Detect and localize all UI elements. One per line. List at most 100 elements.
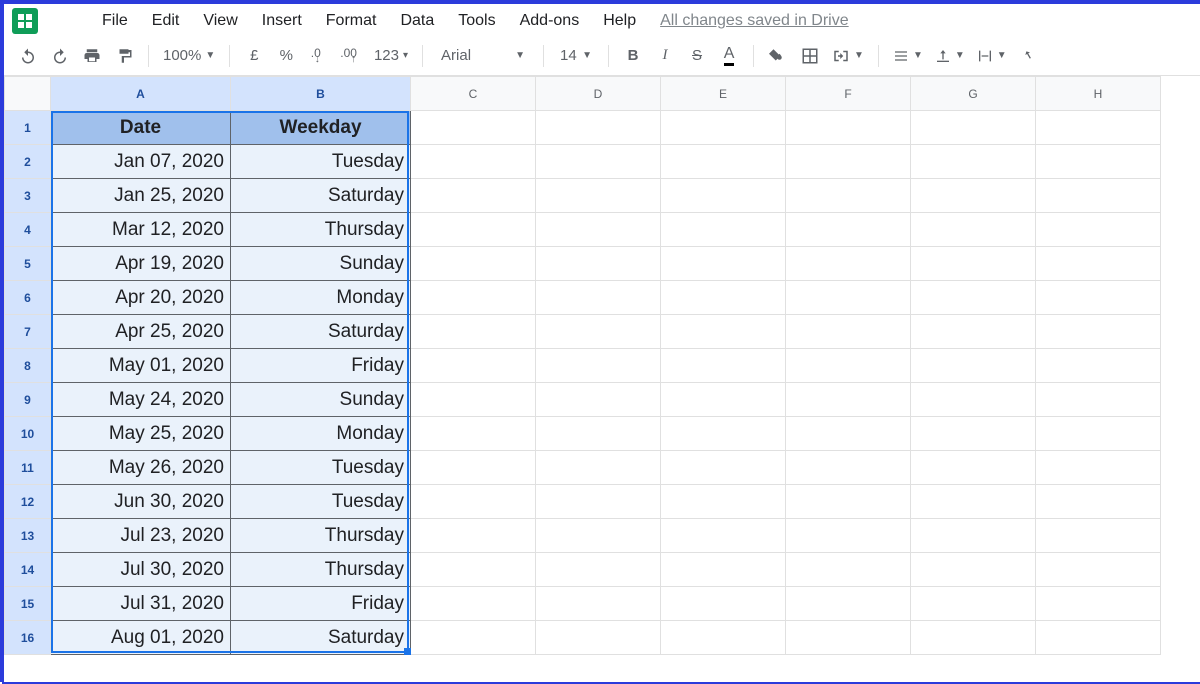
- cell[interactable]: [411, 179, 536, 213]
- cell[interactable]: [536, 349, 661, 383]
- cell[interactable]: Jul 23, 2020: [51, 519, 231, 553]
- cell[interactable]: [911, 179, 1036, 213]
- cell[interactable]: Jul 30, 2020: [51, 553, 231, 587]
- cell[interactable]: [911, 315, 1036, 349]
- font-size-picker[interactable]: 14▼: [554, 42, 598, 70]
- cell[interactable]: [536, 417, 661, 451]
- row-header[interactable]: 7: [5, 315, 51, 349]
- col-header-f[interactable]: F: [786, 77, 911, 111]
- cell[interactable]: [411, 417, 536, 451]
- cell[interactable]: [661, 383, 786, 417]
- cell[interactable]: [786, 485, 911, 519]
- font-picker[interactable]: Arial▼: [433, 42, 533, 70]
- select-all-corner[interactable]: [5, 77, 51, 111]
- cell[interactable]: [411, 383, 536, 417]
- increase-decimal-button[interactable]: .00 ↑: [336, 42, 366, 70]
- row-header[interactable]: 11: [5, 451, 51, 485]
- cell[interactable]: [661, 553, 786, 587]
- cell[interactable]: Sunday: [231, 383, 411, 417]
- cell[interactable]: Mar 12, 2020: [51, 213, 231, 247]
- cell[interactable]: [411, 145, 536, 179]
- wrap-button[interactable]: ▼: [973, 42, 1011, 70]
- cell[interactable]: [536, 179, 661, 213]
- cell[interactable]: [911, 587, 1036, 621]
- fill-color-button[interactable]: [764, 42, 792, 70]
- cell[interactable]: [1036, 315, 1161, 349]
- cell[interactable]: [911, 383, 1036, 417]
- cell[interactable]: Saturday: [231, 179, 411, 213]
- cell[interactable]: [411, 111, 536, 145]
- text-color-button[interactable]: A: [715, 42, 743, 70]
- cell[interactable]: [411, 213, 536, 247]
- cell[interactable]: [911, 485, 1036, 519]
- cell[interactable]: [661, 111, 786, 145]
- cell[interactable]: [411, 553, 536, 587]
- cell[interactable]: Tuesday: [231, 145, 411, 179]
- cell[interactable]: May 25, 2020: [51, 417, 231, 451]
- menu-edit[interactable]: Edit: [140, 8, 192, 34]
- decrease-decimal-button[interactable]: .0 ↓: [304, 42, 332, 70]
- format-percent-button[interactable]: %: [272, 42, 300, 70]
- cell[interactable]: [911, 111, 1036, 145]
- cell[interactable]: [786, 417, 911, 451]
- row-header[interactable]: 12: [5, 485, 51, 519]
- cell[interactable]: Saturday: [231, 315, 411, 349]
- cell[interactable]: [911, 621, 1036, 655]
- cell[interactable]: Aug 01, 2020: [51, 621, 231, 655]
- cell[interactable]: Jul 31, 2020: [51, 587, 231, 621]
- spreadsheet-grid[interactable]: A B C D E F G H 1DateWeekday2Jan 07, 202…: [4, 76, 1200, 655]
- cell[interactable]: [536, 485, 661, 519]
- paint-format-button[interactable]: [110, 42, 138, 70]
- cell[interactable]: [786, 111, 911, 145]
- menu-view[interactable]: View: [191, 8, 249, 34]
- strikethrough-button[interactable]: S: [683, 42, 711, 70]
- cell[interactable]: [1036, 349, 1161, 383]
- cell[interactable]: [1036, 451, 1161, 485]
- row-header[interactable]: 3: [5, 179, 51, 213]
- italic-button[interactable]: I: [651, 42, 679, 70]
- cell[interactable]: [411, 349, 536, 383]
- col-header-c[interactable]: C: [411, 77, 536, 111]
- cell[interactable]: Tuesday: [231, 485, 411, 519]
- cell[interactable]: Saturday: [231, 621, 411, 655]
- redo-button[interactable]: [46, 42, 74, 70]
- cell[interactable]: [411, 621, 536, 655]
- cell[interactable]: [786, 179, 911, 213]
- sheets-logo-icon[interactable]: [12, 8, 38, 34]
- cell[interactable]: [911, 213, 1036, 247]
- cell[interactable]: [1036, 485, 1161, 519]
- cell[interactable]: [1036, 213, 1161, 247]
- cell[interactable]: Monday: [231, 281, 411, 315]
- cell[interactable]: [411, 451, 536, 485]
- cell[interactable]: [911, 451, 1036, 485]
- cell[interactable]: Friday: [231, 587, 411, 621]
- cell[interactable]: [911, 519, 1036, 553]
- cell[interactable]: May 01, 2020: [51, 349, 231, 383]
- cell[interactable]: [411, 281, 536, 315]
- cell[interactable]: [786, 247, 911, 281]
- cell[interactable]: [1036, 247, 1161, 281]
- cell[interactable]: [536, 281, 661, 315]
- cell[interactable]: Apr 19, 2020: [51, 247, 231, 281]
- col-header-d[interactable]: D: [536, 77, 661, 111]
- row-header[interactable]: 9: [5, 383, 51, 417]
- cell[interactable]: [661, 451, 786, 485]
- cell[interactable]: [661, 281, 786, 315]
- cell[interactable]: [786, 383, 911, 417]
- menu-file[interactable]: File: [90, 8, 140, 34]
- v-align-button[interactable]: ▼: [931, 42, 969, 70]
- row-header[interactable]: 8: [5, 349, 51, 383]
- cell[interactable]: [786, 451, 911, 485]
- cell[interactable]: [786, 315, 911, 349]
- more-formats-button[interactable]: 123▾: [370, 42, 412, 70]
- cell[interactable]: [661, 485, 786, 519]
- cell[interactable]: [1036, 621, 1161, 655]
- row-header[interactable]: 14: [5, 553, 51, 587]
- cell[interactable]: [786, 213, 911, 247]
- cell[interactable]: Thursday: [231, 213, 411, 247]
- cell[interactable]: [661, 145, 786, 179]
- cell[interactable]: [411, 315, 536, 349]
- cell[interactable]: [1036, 179, 1161, 213]
- cell[interactable]: Monday: [231, 417, 411, 451]
- menu-insert[interactable]: Insert: [250, 8, 314, 34]
